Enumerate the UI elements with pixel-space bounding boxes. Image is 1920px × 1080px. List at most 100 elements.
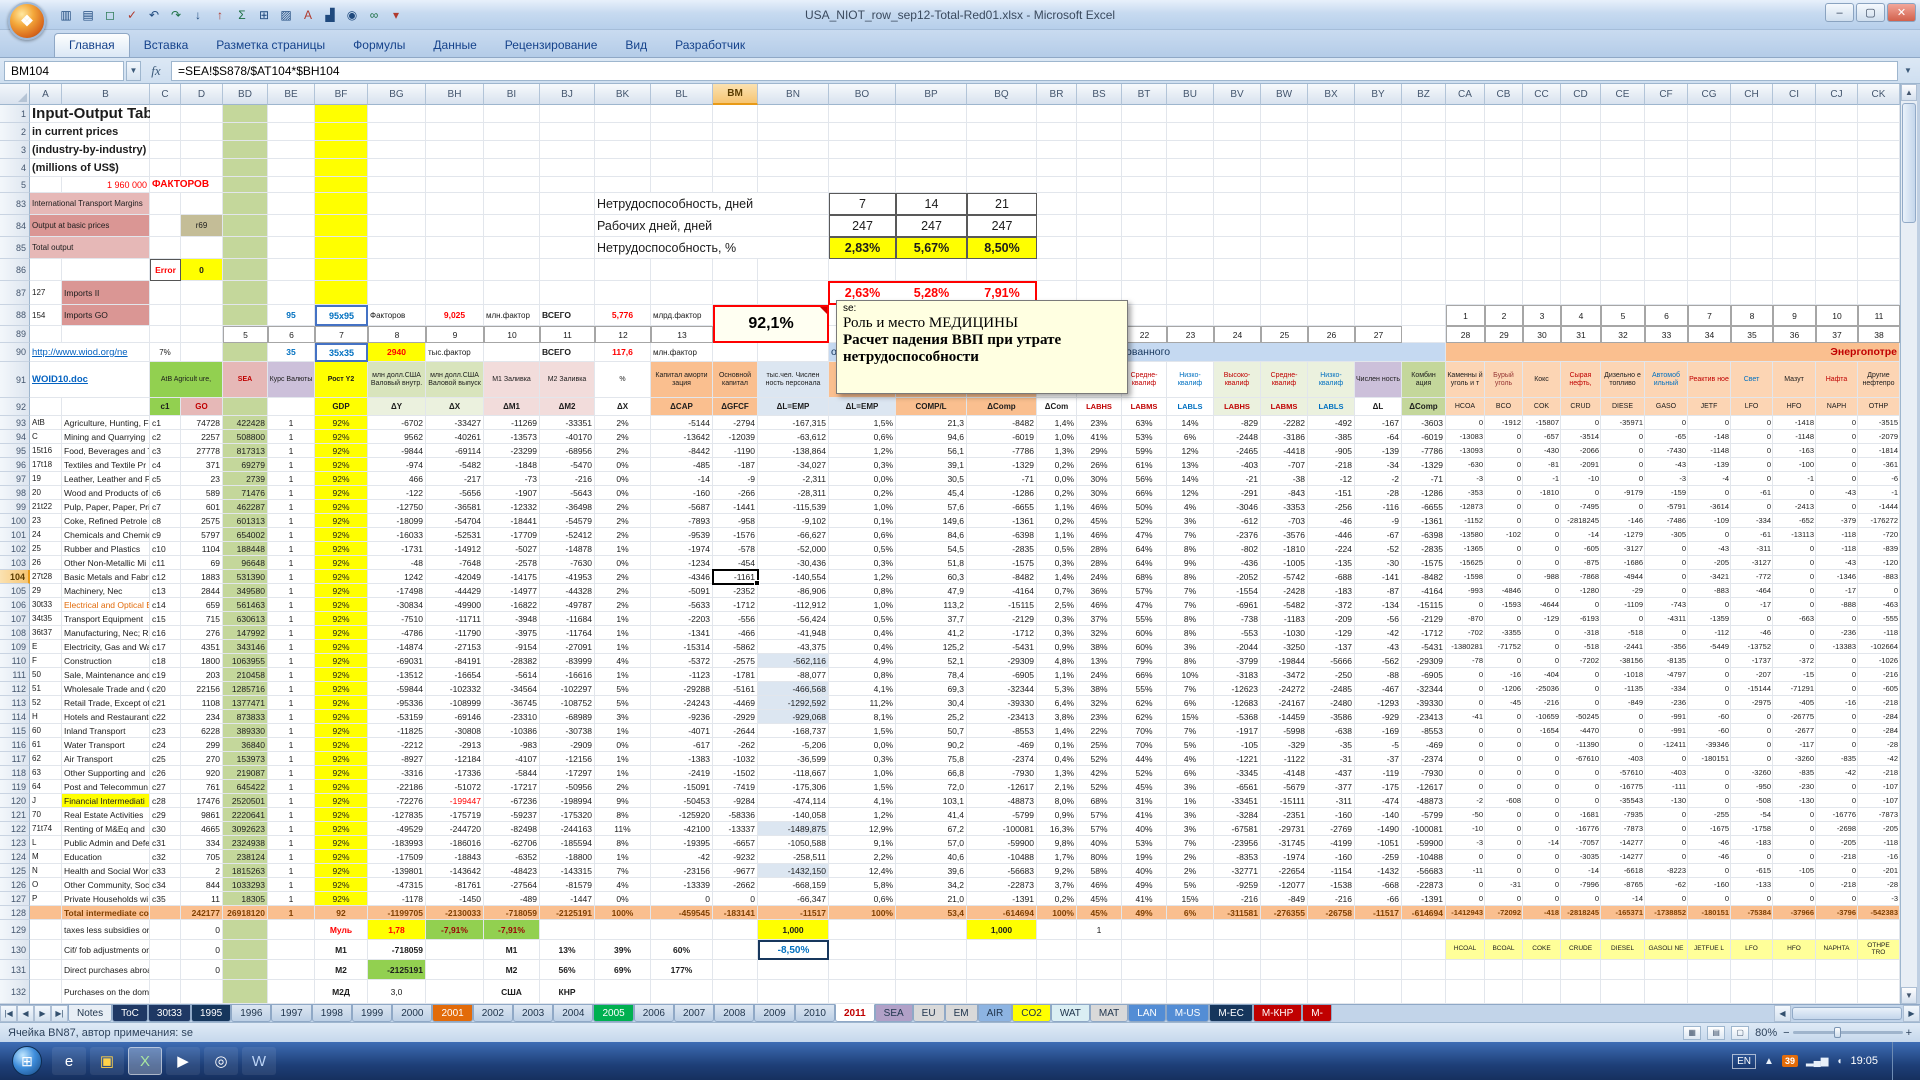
cell[interactable]: 23% xyxy=(1077,416,1122,430)
cell[interactable]: -36498 xyxy=(540,500,595,514)
cell[interactable] xyxy=(1688,980,1731,1004)
cell[interactable] xyxy=(1561,237,1601,259)
cell[interactable]: 60% xyxy=(1122,626,1167,640)
cell[interactable] xyxy=(484,105,540,123)
cell[interactable] xyxy=(223,980,268,1004)
cell[interactable] xyxy=(1601,920,1645,940)
cell[interactable]: c16 xyxy=(150,626,181,640)
cell[interactable]: -9232 xyxy=(713,850,758,864)
cell[interactable] xyxy=(540,177,595,193)
cell[interactable]: 66,8 xyxy=(896,766,967,780)
cell[interactable] xyxy=(1688,237,1731,259)
cell[interactable]: -262 xyxy=(713,738,758,752)
cell[interactable]: -1199705 xyxy=(368,906,426,920)
cell[interactable]: -130 xyxy=(1773,794,1816,808)
show-desktop-button[interactable] xyxy=(1892,1042,1902,1080)
cell[interactable]: 0 xyxy=(1485,808,1523,822)
cell[interactable] xyxy=(150,159,181,177)
cell[interactable]: LFO xyxy=(1731,940,1773,960)
cell[interactable]: Другие нефтепро xyxy=(1858,362,1900,398)
cell[interactable]: -17709 xyxy=(484,528,540,542)
cell[interactable]: -555 xyxy=(1858,612,1900,626)
row-header-1[interactable]: 1 xyxy=(0,105,30,123)
cell[interactable]: Капитал аморти зация xyxy=(651,362,713,398)
cell[interactable]: -703 xyxy=(1261,514,1308,528)
cell[interactable] xyxy=(181,237,223,259)
cell[interactable]: 66% xyxy=(1122,486,1167,500)
cell[interactable]: -72092 xyxy=(1485,906,1523,920)
row-header-126[interactable]: 126 xyxy=(0,878,30,892)
column-header-BO[interactable]: BO xyxy=(829,84,896,105)
sheet-tab-M-КНР[interactable]: M-КНР xyxy=(1253,1005,1302,1022)
cell[interactable]: 817313 xyxy=(223,444,268,458)
column-header-D[interactable]: D xyxy=(181,84,223,105)
cell[interactable]: -888 xyxy=(1816,598,1858,612)
cell[interactable]: -469 xyxy=(1402,738,1446,752)
cell[interactable]: 13% xyxy=(1077,654,1122,668)
cell[interactable]: 0 xyxy=(1523,822,1561,836)
cell[interactable]: 1883 xyxy=(181,570,223,584)
cell[interactable]: -305 xyxy=(1645,528,1688,542)
cell[interactable]: 92% xyxy=(315,724,368,738)
cell[interactable]: -743 xyxy=(1645,598,1688,612)
cell[interactable]: 92 xyxy=(315,906,368,920)
cell[interactable] xyxy=(896,141,967,159)
cell[interactable]: 0 xyxy=(1816,458,1858,472)
cell[interactable]: -929 xyxy=(1355,710,1402,724)
cell[interactable] xyxy=(1167,920,1214,940)
cell[interactable]: -81761 xyxy=(426,878,484,892)
cell[interactable] xyxy=(1402,920,1446,940)
cell[interactable]: -3355 xyxy=(1485,626,1523,640)
cell[interactable]: 92% xyxy=(315,766,368,780)
cell[interactable] xyxy=(30,980,62,1004)
cell[interactable]: 0 xyxy=(1645,752,1688,766)
cell[interactable]: 4% xyxy=(1167,500,1214,514)
cell[interactable]: 8% xyxy=(1167,654,1214,668)
cell[interactable]: 19% xyxy=(1122,850,1167,864)
cell[interactable]: -35 xyxy=(1308,738,1355,752)
cell[interactable]: -12156 xyxy=(540,752,595,766)
cell[interactable] xyxy=(1858,141,1900,159)
cell[interactable]: ΔComp xyxy=(1402,398,1446,416)
cell[interactable]: 0,3% xyxy=(1037,612,1077,626)
cell[interactable] xyxy=(426,940,484,960)
cell[interactable]: -2066 xyxy=(1561,444,1601,458)
cell[interactable]: c34 xyxy=(150,878,181,892)
cell[interactable] xyxy=(1446,123,1485,141)
cell[interactable]: -102 xyxy=(1485,528,1523,542)
cell[interactable]: 0% xyxy=(595,486,651,500)
cell[interactable]: -17217 xyxy=(484,780,540,794)
cell[interactable] xyxy=(1601,259,1645,281)
cell[interactable]: -34564 xyxy=(484,682,540,696)
cell[interactable]: 2 xyxy=(1485,305,1523,326)
cell[interactable]: 0 xyxy=(1688,864,1731,878)
cell[interactable]: -1161 xyxy=(713,570,758,584)
cell[interactable]: -61 xyxy=(1731,528,1773,542)
cell[interactable]: -68956 xyxy=(540,444,595,458)
cell[interactable]: -24243 xyxy=(651,696,713,710)
cell[interactable]: Нафта xyxy=(1816,362,1858,398)
cell[interactable]: ΔGFCF xyxy=(713,398,758,416)
sheet-tab-2002[interactable]: 2002 xyxy=(473,1005,513,1022)
cell[interactable]: 96648 xyxy=(223,556,268,570)
cell[interactable] xyxy=(1446,141,1485,159)
cell[interactable]: 27 xyxy=(1355,326,1402,343)
cell[interactable]: 1 xyxy=(268,556,315,570)
cell[interactable]: 1 xyxy=(268,458,315,472)
cell[interactable]: 0,0% xyxy=(1037,472,1077,486)
cell[interactable]: -1447 xyxy=(540,892,595,906)
cell[interactable]: 0,3% xyxy=(829,556,896,570)
cell[interactable]: NAPHTA xyxy=(1816,940,1858,960)
cell[interactable]: -1293 xyxy=(1355,696,1402,710)
cell[interactable]: -8482 xyxy=(1402,570,1446,584)
cell[interactable]: -6398 xyxy=(1402,528,1446,542)
cell[interactable]: -8765 xyxy=(1601,878,1645,892)
cell[interactable]: Рабочих дней, дней xyxy=(595,215,829,237)
cell[interactable]: 30,4 xyxy=(896,696,967,710)
cell[interactable] xyxy=(1355,259,1402,281)
cell[interactable]: -2 xyxy=(1446,794,1485,808)
cell[interactable]: -7930 xyxy=(1402,766,1446,780)
qat-more-icon[interactable]: ▾ xyxy=(386,5,406,25)
cell[interactable] xyxy=(1167,980,1214,1004)
cell[interactable]: 68% xyxy=(1077,794,1122,808)
